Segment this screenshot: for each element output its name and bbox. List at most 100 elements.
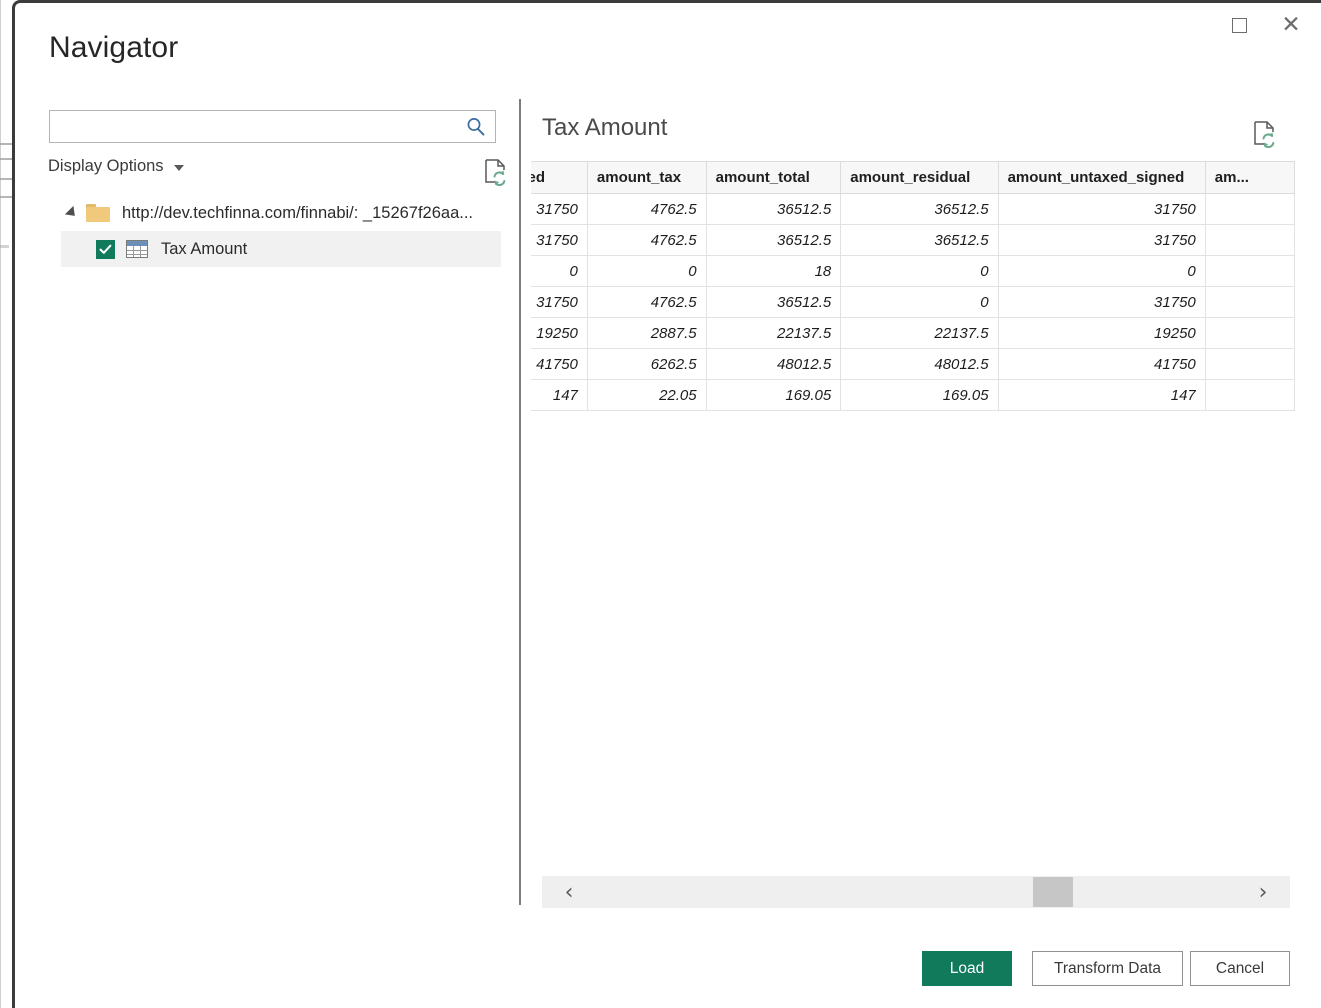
table-cell: 4762.5 xyxy=(586,286,707,318)
document-refresh-icon[interactable] xyxy=(483,158,509,186)
column-header[interactable]: am... xyxy=(1204,161,1295,194)
table-cell: 169.05 xyxy=(705,379,842,411)
table-cell: 0 xyxy=(840,286,999,318)
table-row[interactable]: 41750 6262.5 48012.5 48012.5 41750 xyxy=(531,348,1295,380)
table-cell: 4762.5 xyxy=(586,224,707,256)
table-cell xyxy=(1204,286,1295,318)
scroll-left-arrow-icon[interactable]: ‹ xyxy=(550,876,588,908)
table-cell: 31750 xyxy=(531,193,588,225)
data-preview[interactable]: ...ed amount_tax amount_total amount_res… xyxy=(531,161,1295,416)
folder-icon xyxy=(86,204,110,222)
table-header-row: ...ed amount_tax amount_total amount_res… xyxy=(531,161,1295,194)
load-button[interactable]: Load xyxy=(922,951,1012,986)
document-refresh-icon[interactable] xyxy=(1252,120,1278,148)
navigation-tree: http://dev.techfinna.com/finnabi/: _1526… xyxy=(61,195,516,267)
check-icon xyxy=(99,244,112,254)
table-cell: 6262.5 xyxy=(586,348,707,380)
table-cell xyxy=(1204,379,1295,411)
background-window-artifact xyxy=(0,196,12,198)
table-cell: 31750 xyxy=(997,224,1206,256)
display-options-dropdown[interactable]: Display Options xyxy=(48,157,184,176)
maximize-button[interactable] xyxy=(1217,7,1261,43)
table-cell xyxy=(1204,255,1295,287)
table-cell: 147 xyxy=(997,379,1206,411)
table-cell: 19250 xyxy=(997,317,1206,349)
pane-divider xyxy=(519,99,521,905)
search-icon[interactable] xyxy=(465,116,487,138)
table-cell: 31750 xyxy=(531,224,588,256)
checkbox-tax-amount[interactable] xyxy=(96,239,115,259)
table-cell: 31750 xyxy=(531,286,588,318)
table-cell: 31750 xyxy=(997,286,1206,318)
background-window-artifact xyxy=(0,245,9,248)
table-row[interactable]: 19250 2887.5 22137.5 22137.5 19250 xyxy=(531,317,1295,349)
tree-item-root-label: http://dev.techfinna.com/finnabi/: _1526… xyxy=(122,203,474,222)
table-cell: 36512.5 xyxy=(840,224,999,256)
table-row[interactable]: 147 22.05 169.05 169.05 147 xyxy=(531,379,1295,411)
table-cell: 36512.5 xyxy=(705,286,842,318)
table-cell xyxy=(1204,224,1295,256)
table-cell: 2887.5 xyxy=(586,317,707,349)
table-icon xyxy=(126,240,148,258)
tree-item-root[interactable]: http://dev.techfinna.com/finnabi/: _1526… xyxy=(61,195,516,231)
table-cell: 18 xyxy=(705,255,842,287)
tree-item-tax-amount[interactable]: Tax Amount xyxy=(61,231,501,267)
column-header[interactable]: amount_residual xyxy=(840,161,999,194)
background-window-artifact xyxy=(0,143,12,145)
scrollbar-thumb[interactable] xyxy=(1033,877,1073,907)
table-cell: 41750 xyxy=(531,348,588,380)
table-cell: 41750 xyxy=(997,348,1206,380)
table-cell: 22137.5 xyxy=(840,317,999,349)
table-cell: 31750 xyxy=(997,193,1206,225)
table-cell: 0 xyxy=(997,255,1206,287)
table-cell: 22.05 xyxy=(586,379,707,411)
horizontal-scrollbar[interactable]: ‹ › xyxy=(542,876,1290,908)
table-cell: 0 xyxy=(840,255,999,287)
table-cell: 19250 xyxy=(531,317,588,349)
transform-data-button[interactable]: Transform Data xyxy=(1032,951,1183,986)
table-cell: 147 xyxy=(531,379,588,411)
cancel-button[interactable]: Cancel xyxy=(1190,951,1290,986)
navigator-dialog: ✕ Navigator Display Options http://dev.t… xyxy=(12,0,1321,1008)
background-window-artifact xyxy=(0,178,12,180)
table-row[interactable]: 31750 4762.5 36512.5 0 31750 xyxy=(531,286,1295,318)
scroll-right-arrow-icon[interactable]: › xyxy=(1244,876,1282,908)
search-box[interactable] xyxy=(49,110,496,143)
title-bar: ✕ xyxy=(15,3,1321,49)
table-cell xyxy=(1204,348,1295,380)
table-cell: 0 xyxy=(586,255,707,287)
column-header[interactable]: amount_tax xyxy=(586,161,707,194)
background-window-edge xyxy=(0,0,1,1008)
table-cell: 36512.5 xyxy=(705,224,842,256)
close-icon: ✕ xyxy=(1281,11,1301,38)
table-cell: 0 xyxy=(531,255,588,287)
navigator-dialog-screen: ✕ Navigator Display Options http://dev.t… xyxy=(0,0,1321,1008)
background-window-artifact xyxy=(0,158,12,160)
table-cell: 4762.5 xyxy=(586,193,707,225)
column-header[interactable]: amount_untaxed_signed xyxy=(997,161,1206,194)
column-header[interactable]: ...ed xyxy=(531,161,588,194)
table-cell: 36512.5 xyxy=(705,193,842,225)
search-input[interactable] xyxy=(50,111,460,142)
page-title: Navigator xyxy=(49,31,179,64)
table-cell xyxy=(1204,317,1295,349)
preview-table: ...ed amount_tax amount_total amount_res… xyxy=(531,161,1295,411)
table-cell: 48012.5 xyxy=(840,348,999,380)
expander-triangle-icon[interactable] xyxy=(64,205,80,221)
table-cell: 22137.5 xyxy=(705,317,842,349)
display-options-label: Display Options xyxy=(48,157,164,175)
chevron-down-icon xyxy=(173,165,184,171)
preview-title: Tax Amount xyxy=(542,114,668,141)
table-cell: 48012.5 xyxy=(705,348,842,380)
table-row[interactable]: 0 0 18 0 0 xyxy=(531,255,1295,287)
table-body: 31750 4762.5 36512.5 36512.5 31750 31750… xyxy=(531,193,1295,411)
table-cell: 36512.5 xyxy=(840,193,999,225)
table-row[interactable]: 31750 4762.5 36512.5 36512.5 31750 xyxy=(531,224,1295,256)
table-cell xyxy=(1204,193,1295,225)
table-row[interactable]: 31750 4762.5 36512.5 36512.5 31750 xyxy=(531,193,1295,225)
tree-item-tax-amount-label: Tax Amount xyxy=(161,239,248,258)
maximize-icon xyxy=(1231,17,1247,33)
column-header[interactable]: amount_total xyxy=(705,161,842,194)
close-button[interactable]: ✕ xyxy=(1269,7,1313,43)
table-cell: 169.05 xyxy=(840,379,999,411)
